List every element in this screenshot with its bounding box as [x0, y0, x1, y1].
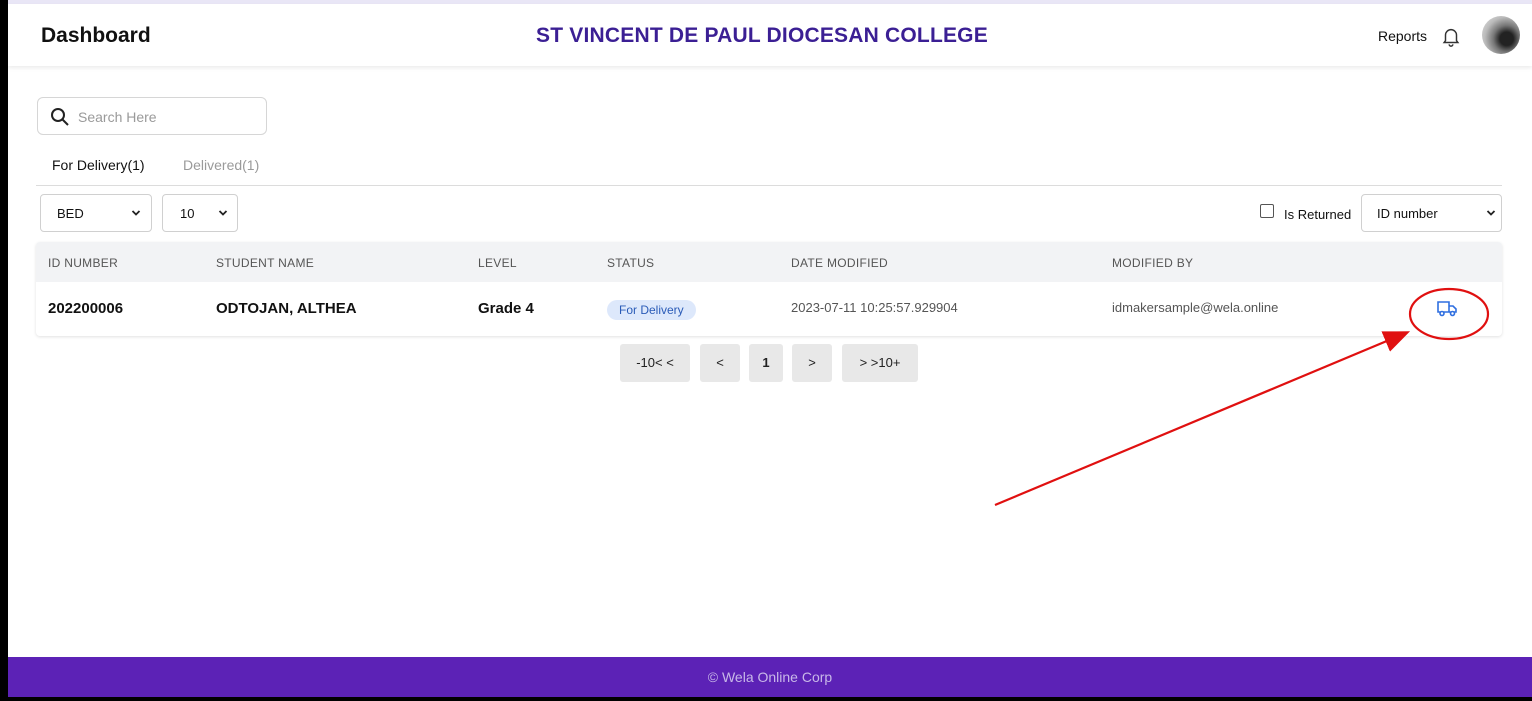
bell-icon[interactable]: [1440, 25, 1462, 49]
chevron-down-icon: [218, 210, 228, 216]
pagination-prev-10-button[interactable]: -10< <: [620, 344, 690, 382]
pagination-prev-button[interactable]: <: [700, 344, 740, 382]
delivery-table: ID NUMBER STUDENT NAME LEVEL STATUS DATE…: [36, 242, 1502, 336]
search-by-select[interactable]: ID number: [1361, 194, 1502, 232]
footer: © Wela Online Corp: [8, 657, 1532, 697]
pagination-next-10-button[interactable]: > >10+: [842, 344, 918, 382]
school-name: ST VINCENT DE PAUL DIOCESAN COLLEGE: [536, 24, 988, 47]
chevron-down-icon: [1486, 210, 1496, 216]
is-returned-label: Is Returned: [1284, 207, 1352, 222]
app-frame: Dashboard ST VINCENT DE PAUL DIOCESAN CO…: [8, 0, 1532, 697]
search-by-select-value: ID number: [1377, 206, 1438, 221]
column-header-modified-by[interactable]: MODIFIED BY: [1112, 256, 1193, 270]
column-header-date-modified[interactable]: DATE MODIFIED: [791, 256, 888, 270]
pagination-page-1-button[interactable]: 1: [749, 344, 783, 382]
truck-icon[interactable]: [1436, 298, 1458, 318]
status-badge: For Delivery: [607, 300, 696, 320]
column-header-level[interactable]: LEVEL: [478, 256, 517, 270]
page-size-select[interactable]: 10: [162, 194, 238, 232]
annotation-arrow: [994, 331, 1411, 507]
is-returned-checkbox[interactable]: [1260, 204, 1274, 218]
department-select[interactable]: BED: [40, 194, 152, 232]
tab-for-delivery[interactable]: For Delivery(1): [52, 157, 145, 173]
tab-bar: For Delivery(1) Delivered(1): [36, 148, 1502, 186]
search-input[interactable]: [76, 105, 264, 129]
chevron-down-icon: [131, 210, 141, 216]
page-size-select-value: 10: [180, 206, 195, 221]
reports-link[interactable]: Reports: [1378, 28, 1427, 44]
tab-delivered[interactable]: Delivered(1): [183, 157, 259, 173]
cell-level: Grade 4: [478, 300, 534, 317]
user-avatar[interactable]: [1482, 16, 1520, 54]
column-header-student-name[interactable]: STUDENT NAME: [216, 256, 314, 270]
pagination-next-button[interactable]: >: [792, 344, 832, 382]
table-header: ID NUMBER STUDENT NAME LEVEL STATUS DATE…: [36, 242, 1502, 282]
page-title: Dashboard: [41, 24, 151, 47]
cell-modified-by: idmakersample@wela.online: [1112, 300, 1279, 315]
department-select-value: BED: [57, 206, 84, 221]
column-header-id-number[interactable]: ID NUMBER: [48, 256, 118, 270]
cell-id-number: 202200006: [48, 300, 124, 317]
column-header-status[interactable]: STATUS: [607, 256, 654, 270]
search-icon: [51, 108, 69, 126]
cell-student-name: ODTOJAN, ALTHEA: [216, 300, 357, 317]
search-box: [37, 97, 267, 135]
cell-date-modified: 2023-07-11 10:25:57.929904: [791, 300, 958, 315]
top-header: Dashboard ST VINCENT DE PAUL DIOCESAN CO…: [8, 4, 1532, 66]
